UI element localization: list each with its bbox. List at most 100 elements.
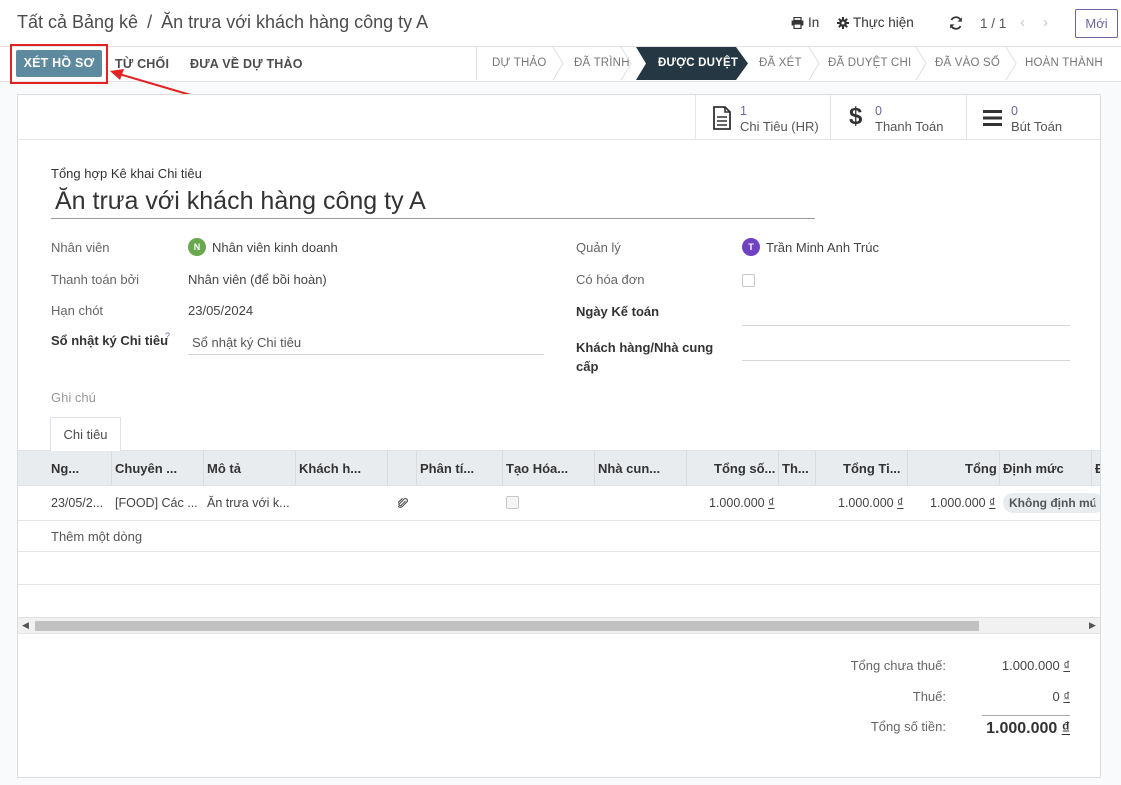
- grand-total-currency: ₫: [1061, 720, 1070, 737]
- column-divider: [815, 451, 816, 485]
- tax-total-amount: 0: [1052, 689, 1060, 704]
- cell-total-currency-symbol-2: ₫: [989, 496, 996, 510]
- accounting-date-field[interactable]: [742, 325, 1070, 326]
- scroll-right-icon[interactable]: ▶: [1089, 620, 1096, 631]
- cell-norm-badge: Không định mứ: [1003, 493, 1100, 513]
- column-divider: [907, 451, 908, 485]
- cell-total: 1.000.000 ₫: [930, 486, 996, 520]
- partner-label-line2: cấp: [576, 359, 599, 374]
- column-header-total-currency[interactable]: Tổng Ti...: [843, 451, 901, 485]
- untaxed-total-label: Tổng chưa thuế:: [850, 658, 946, 673]
- stage-approved[interactable]: ĐƯỢC DUYỆT: [658, 47, 738, 80]
- manager-field[interactable]: T Trần Minh Anh Trúc: [742, 238, 879, 256]
- cell-total-currency: 1.000.000 ₫: [838, 486, 904, 520]
- stage-draft[interactable]: DỰ THẢO: [492, 47, 546, 80]
- pager-value[interactable]: 1 / 1: [980, 16, 1006, 31]
- payments-smart-button[interactable]: $ 0 Thanh Toán: [830, 95, 966, 139]
- column-header-total[interactable]: Tổng: [965, 451, 997, 485]
- tab-expenses[interactable]: Chi tiêu: [50, 417, 121, 451]
- column-header-date[interactable]: Ng...: [51, 451, 79, 485]
- tax-total-value: 0 ₫: [978, 689, 1070, 704]
- column-divider: [502, 451, 503, 485]
- cell-category: [FOOD] Các ...: [115, 496, 198, 510]
- horizontal-scrollbar[interactable]: ◀ ▶: [18, 617, 1100, 634]
- form-subtitle: Tổng hợp Kê khai Chi tiêu: [51, 166, 202, 181]
- column-header-extra[interactable]: Đ: [1095, 451, 1100, 485]
- column-header-vendor[interactable]: Nhà cun...: [598, 451, 660, 485]
- table-empty-row-divider: [18, 551, 1100, 552]
- breadcrumb-parent-link[interactable]: Tất cả Bảng kê: [17, 12, 138, 32]
- tax-total-currency: ₫: [1063, 689, 1070, 704]
- column-header-untaxed[interactable]: Tổng số...: [714, 451, 775, 485]
- stage-chevron: [552, 47, 564, 80]
- stage-reviewed[interactable]: ĐÃ XÉT: [759, 47, 802, 80]
- column-header-norm[interactable]: Định mức: [1003, 451, 1064, 485]
- column-header-category[interactable]: Chuyên ...: [115, 451, 177, 485]
- stage-payment-approved[interactable]: ĐÃ DUYỆT CHI: [828, 47, 911, 80]
- table-row[interactable]: 23/05/2... [FOOD] Các ... Ăn trưa với k.…: [18, 486, 1100, 521]
- cell-date: 23/05/2...: [51, 496, 104, 510]
- table-header: Ng... Chuyên ... Mô tả Khách h... Phân t…: [18, 451, 1100, 486]
- refresh-icon[interactable]: [949, 16, 963, 30]
- untaxed-total-amount: 1.000.000: [1001, 658, 1060, 673]
- stage-chevron: [808, 47, 820, 80]
- print-button[interactable]: In: [791, 15, 819, 30]
- deadline-label: Hạn chót: [51, 303, 104, 318]
- new-button[interactable]: Mới: [1075, 9, 1118, 38]
- cell-create-invoice-checkbox[interactable]: [506, 496, 519, 509]
- grand-total-value: 1.000.000 ₫: [948, 720, 1070, 738]
- print-icon: [791, 16, 804, 29]
- partner-field[interactable]: [742, 360, 1070, 361]
- stage-divider: [476, 47, 477, 80]
- scrollbar-thumb[interactable]: [35, 621, 979, 631]
- stage-chevron: [1005, 47, 1017, 80]
- stage-done[interactable]: HOÀN THÀNH: [1025, 47, 1103, 80]
- paid-by-value[interactable]: Nhân viên (để bồi hoàn): [188, 272, 327, 287]
- manager-avatar: T: [742, 238, 760, 256]
- has-invoice-checkbox[interactable]: [742, 274, 755, 287]
- column-header-customer[interactable]: Khách h...: [299, 451, 361, 485]
- pager-previous-icon[interactable]: ‹: [1020, 14, 1025, 31]
- grand-total-amount: 1.000.000: [986, 720, 1058, 737]
- title-input[interactable]: Ăn trưa với khách hàng công ty A: [51, 183, 815, 219]
- stage-posted[interactable]: ĐÃ VÀO SỔ: [935, 47, 1000, 80]
- add-line-link[interactable]: Thêm một dòng: [51, 529, 142, 544]
- journal-entries-smart-button[interactable]: 0 Bút Toán: [966, 95, 1100, 139]
- cell-total-amount: 1.000.000: [930, 496, 986, 510]
- notes-label: Ghi chú: [51, 390, 96, 405]
- bars-icon: [983, 110, 1002, 126]
- cell-total-currency-amount: 1.000.000: [838, 496, 894, 510]
- journal-entries-count: 0: [1011, 104, 1018, 118]
- journal-help-tooltip[interactable]: ?: [165, 331, 170, 341]
- gear-icon: [837, 16, 849, 29]
- pager-next-icon[interactable]: ›: [1043, 14, 1048, 31]
- expenses-smart-button[interactable]: 1 Chi Tiêu (HR): [695, 95, 830, 139]
- employee-avatar: N: [188, 238, 206, 256]
- button-box: 1 Chi Tiêu (HR) $ 0 Thanh Toán 0 Bút Toá…: [18, 95, 1100, 140]
- column-divider: [203, 451, 204, 485]
- column-divider: [416, 451, 417, 485]
- partner-label: Khách hàng/Nhà cung: [576, 340, 714, 355]
- column-header-description[interactable]: Mô tả: [207, 451, 241, 485]
- column-divider: [111, 451, 112, 485]
- scroll-left-icon[interactable]: ◀: [22, 620, 29, 631]
- invoice-label: Có hóa đơn: [576, 272, 645, 287]
- employee-field[interactable]: N Nhân viên kinh doanh: [188, 238, 338, 256]
- stage-chevron: [620, 47, 632, 80]
- column-header-create-invoice[interactable]: Tạo Hóa...: [506, 451, 568, 485]
- untaxed-total-value: 1.000.000 ₫: [978, 658, 1070, 673]
- cell-total-currency-symbol: ₫: [897, 496, 904, 510]
- accounting-date-label: Ngày Kế toán: [576, 304, 660, 319]
- paperclip-icon[interactable]: [398, 497, 408, 509]
- action-button[interactable]: Thực hiện: [837, 15, 914, 30]
- journal-field[interactable]: Sổ nhật ký Chi tiêu: [192, 335, 301, 350]
- employee-label: Nhân viên: [51, 240, 110, 255]
- journal-label: Sổ nhật ký Chi tiêu: [51, 333, 169, 348]
- column-header-analytic[interactable]: Phân tí...: [420, 451, 474, 485]
- column-divider: [778, 451, 779, 485]
- deadline-value[interactable]: 23/05/2024: [188, 303, 253, 318]
- untaxed-total-currency: ₫: [1063, 658, 1070, 673]
- cell-description: Ăn trưa với k...: [207, 496, 290, 510]
- journal-entries-label: Bút Toán: [1011, 119, 1063, 134]
- column-header-tax[interactable]: Th...: [782, 451, 809, 485]
